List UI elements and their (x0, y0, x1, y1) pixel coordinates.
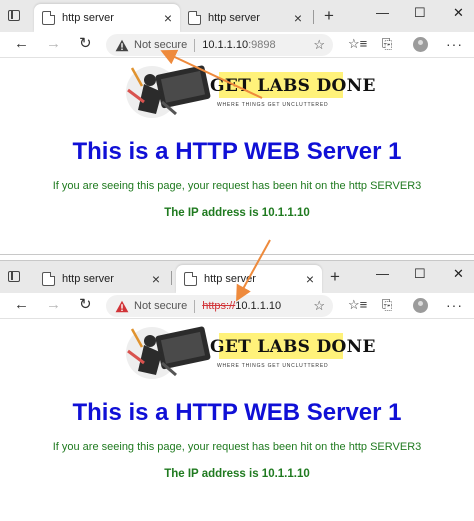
more-options-icon[interactable]: ··· (446, 36, 463, 52)
add-favorite-icon[interactable]: ☆ (313, 298, 325, 314)
new-tab-button[interactable]: + (324, 7, 334, 24)
page-heading: This is a HTTP WEB Server 1 (72, 138, 402, 165)
tab-http-server-2[interactable]: http server × (176, 265, 322, 293)
page-heading: This is a HTTP WEB Server 1 (72, 399, 402, 426)
browser-window-2: http server × http server × + — ☐ ✕ ← → … (0, 260, 474, 521)
tab-actions-button[interactable] (6, 269, 22, 285)
tab-close-icon[interactable]: × (152, 272, 160, 286)
close-window-button[interactable]: ✕ (453, 267, 464, 280)
collections-icon[interactable]: ⎘ (382, 298, 392, 311)
minimize-button[interactable]: — (376, 267, 389, 280)
tab-http-server-2[interactable]: http server × (180, 4, 310, 32)
add-favorite-icon[interactable]: ☆ (313, 37, 325, 53)
address-bar[interactable]: Not secure 10.1.1.10 :9898 ☆ (106, 34, 333, 56)
page-favicon-icon (42, 11, 55, 25)
tab-http-server-1[interactable]: http server × (34, 265, 168, 293)
close-window-button[interactable]: ✕ (453, 6, 464, 19)
page-subtext: If you are seeing this page, your reques… (52, 441, 422, 453)
tab-title: http server (62, 273, 114, 285)
profile-avatar[interactable] (413, 37, 428, 52)
tab-title: http server (204, 273, 256, 285)
profile-avatar[interactable] (413, 298, 428, 313)
back-button[interactable]: ← (14, 297, 29, 312)
logo-title: GET LABS DONE (210, 72, 375, 98)
security-status-label[interactable]: Not secure (134, 300, 187, 312)
more-options-icon[interactable]: ··· (446, 297, 463, 313)
ip-address-text: The IP address is 10.1.1.10 (164, 468, 310, 480)
maximize-button[interactable]: ☐ (414, 267, 426, 280)
forward-button[interactable]: → (46, 36, 61, 51)
tab-title: http server (62, 12, 114, 24)
tab-bar: http server × http server × + — ☐ ✕ (0, 0, 474, 32)
maximize-button[interactable]: ☐ (414, 6, 426, 19)
logo-tagline: WHERE THINGS GET UNCLUTTERED (217, 102, 329, 108)
tab-separator (171, 271, 172, 285)
address-bar[interactable]: Not secure https:// 10.1.1.10 ☆ (106, 295, 333, 317)
url-host: 10.1.1.10 (202, 39, 249, 51)
tab-close-icon[interactable]: × (294, 11, 302, 25)
warning-icon[interactable] (115, 39, 129, 52)
address-divider (194, 38, 196, 52)
favorites-icon[interactable]: ☆≡ (348, 37, 367, 50)
tab-actions-button[interactable] (6, 8, 22, 24)
page-subtext: If you are seeing this page, your reques… (52, 180, 422, 192)
logo-title: GET LABS DONE (210, 333, 375, 359)
favorites-icon[interactable]: ☆≡ (348, 298, 367, 311)
logo: GET LABS DONE WHERE THINGS GET UNCLUTTER… (122, 62, 375, 120)
refresh-button[interactable]: ↻ (79, 297, 92, 312)
collections-icon[interactable]: ⎘ (382, 37, 392, 50)
address-divider (194, 299, 196, 313)
browser-toolbar: ← → ↻ Not secure 10.1.1.10 :9898 ☆ ☆≡ ⎘ … (0, 32, 474, 58)
refresh-button[interactable]: ↻ (79, 36, 92, 51)
tab-http-server-1[interactable]: http server × (34, 4, 180, 32)
page-favicon-icon (188, 11, 201, 25)
ip-address-text: The IP address is 10.1.1.10 (164, 207, 310, 219)
page-content: GET LABS DONE WHERE THINGS GET UNCLUTTER… (0, 323, 474, 480)
tab-bar: http server × http server × + — ☐ ✕ (0, 261, 474, 293)
logo: GET LABS DONE WHERE THINGS GET UNCLUTTER… (122, 323, 375, 381)
tab-title: http server (208, 12, 260, 24)
url-scheme: https:// (202, 300, 236, 312)
tab-separator (313, 10, 314, 24)
back-button[interactable]: ← (14, 36, 29, 51)
forward-button[interactable]: → (46, 297, 61, 312)
page-favicon-icon (42, 272, 55, 286)
tab-actions-icon (8, 271, 20, 282)
page-content: GET LABS DONE WHERE THINGS GET UNCLUTTER… (0, 62, 474, 219)
new-tab-button[interactable]: + (330, 268, 340, 285)
logo-illustration-icon (126, 65, 211, 118)
logo-tagline: WHERE THINGS GET UNCLUTTERED (217, 363, 329, 369)
browser-toolbar: ← → ↻ Not secure https:// 10.1.1.10 ☆ ☆≡… (0, 293, 474, 319)
tab-actions-icon (8, 10, 20, 21)
url-host: 10.1.1.10 (235, 300, 282, 312)
page-favicon-icon (184, 272, 197, 286)
browser-window-1: http server × http server × + — ☐ ✕ ← → … (0, 0, 474, 255)
minimize-button[interactable]: — (376, 6, 389, 19)
logo-illustration-icon (126, 326, 211, 379)
warning-icon[interactable] (115, 300, 129, 313)
url-port: :9898 (248, 39, 276, 51)
security-status-label[interactable]: Not secure (134, 39, 187, 51)
tab-close-icon[interactable]: × (306, 272, 314, 286)
tab-close-icon[interactable]: × (164, 11, 172, 25)
